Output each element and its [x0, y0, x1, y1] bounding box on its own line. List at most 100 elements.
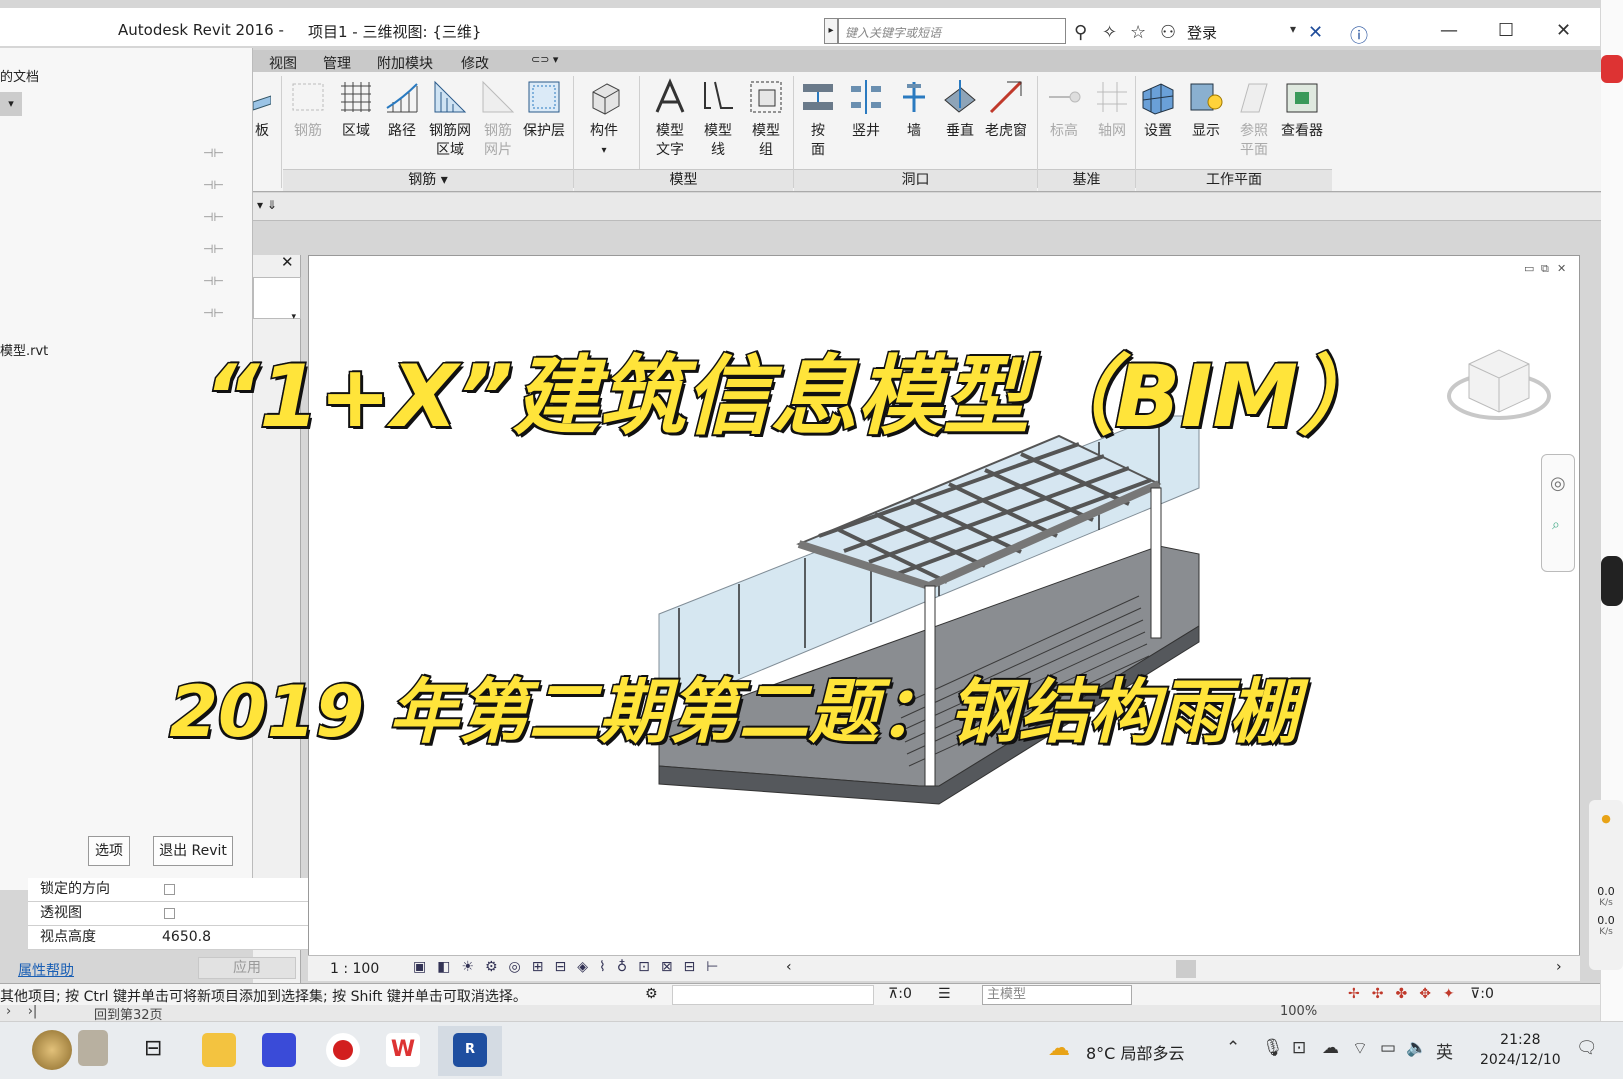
ribbon-path-button[interactable]: 路径 — [377, 78, 427, 141]
subscription-icon[interactable]: ✧ — [1102, 22, 1117, 43]
tab-manage[interactable]: 管理 — [323, 53, 351, 73]
tab-modify[interactable]: 修改 — [461, 53, 489, 73]
recent-file-item[interactable]: 模型.rvt — [0, 340, 48, 359]
editor-app-icon[interactable] — [262, 1033, 296, 1067]
file-explorer-icon[interactable] — [202, 1033, 236, 1067]
exchange-apps-icon[interactable]: ✕ — [1308, 22, 1323, 43]
selection-filter-icons[interactable]: ✢✣✤✥✦ — [1348, 986, 1467, 1002]
task-view-icon[interactable]: ⊟ — [144, 1036, 162, 1061]
ribbon-grid-button[interactable]: 轴网 — [1087, 78, 1137, 141]
player-nav-arrows[interactable]: › ›| — [6, 1005, 37, 1019]
panel-rebar[interactable]: 钢筋 ▾ — [283, 169, 573, 191]
chevron-down-icon[interactable]: ▾ — [1290, 22, 1296, 36]
view-minimize-icon[interactable]: ▭ — [1524, 262, 1534, 275]
ribbon-rebar-button[interactable]: 钢筋 — [283, 78, 333, 141]
ribbon-cover-button[interactable]: 保护层 — [519, 78, 569, 141]
ribbon-model-line-button[interactable]: 模型线 — [693, 78, 743, 160]
user-icon[interactable]: ⚇ — [1160, 22, 1176, 43]
scroll-right-icon[interactable]: › — [1556, 959, 1562, 975]
filter-count[interactable]: ⊽:0 — [1470, 986, 1494, 1002]
ribbon-shaft-button[interactable]: 竖井 — [841, 78, 891, 141]
pin-icon[interactable]: ⊣⊢ — [203, 274, 224, 288]
ribbon-model-group-button[interactable]: 模型组 — [741, 78, 791, 160]
pin-icon[interactable]: ⊣⊢ — [203, 146, 224, 160]
exit-revit-button[interactable]: 退出 Revit — [153, 836, 233, 866]
side-widget-handle[interactable] — [1601, 556, 1623, 606]
perspective-checkbox[interactable] — [164, 908, 175, 919]
horizontal-scrollbar-thumb[interactable] — [1176, 960, 1196, 978]
ribbon-wall-opening-button[interactable]: 墙 — [889, 78, 939, 141]
ribbon-by-face-button[interactable]: 按面 — [793, 78, 843, 160]
recent-sort-dropdown[interactable]: ▾ — [0, 92, 22, 116]
ribbon-model-text-button[interactable]: 模型 文字 — [645, 78, 695, 160]
ribbon-viewer-button[interactable]: 查看器 — [1277, 78, 1327, 141]
ribbon-component-button[interactable]: 构件 ▾ — [579, 78, 629, 160]
worksets-icon[interactable]: ⚙ — [645, 986, 658, 1002]
maximize-button[interactable]: ☐ — [1498, 20, 1514, 41]
view-scale[interactable]: 1 : 100 — [330, 961, 379, 977]
system-clock[interactable]: 21:28 2024/12/10 — [1480, 1030, 1561, 1070]
options-button[interactable]: 选项 — [88, 836, 130, 866]
ribbon-fabric-sheet-button[interactable]: 钢筋 网片 — [473, 78, 523, 160]
apply-button[interactable]: 应用 — [198, 957, 296, 979]
ribbon-set-button[interactable]: 设置 — [1133, 78, 1183, 141]
type-selector[interactable]: ▾ — [253, 277, 301, 322]
close-icon[interactable]: ✕ — [281, 253, 294, 271]
tab-view[interactable]: 视图 — [269, 53, 297, 73]
weather-text[interactable]: 8°C 局部多云 — [1086, 1040, 1184, 1064]
locked-orientation-checkbox[interactable] — [164, 884, 175, 895]
ribbon-vertical-button[interactable]: 垂直 — [935, 78, 985, 141]
login-link[interactable]: 登录 — [1187, 22, 1217, 43]
chevron-down-icon: ▾ — [291, 312, 296, 322]
ribbon-dormer-button[interactable]: 老虎窗 — [981, 78, 1031, 141]
pin-icon[interactable]: ⊣⊢ — [203, 210, 224, 224]
3d-viewport[interactable]: ▭ ⧉ ✕ ◎ ⌕ “1+X”建筑信息模型（BIM） 2019 年第二期第二题：… — [168, 255, 1580, 967]
quick-access-dropdown[interactable]: ▾ ⇓ — [257, 198, 277, 212]
favorites-star-icon[interactable]: ☆ — [1130, 22, 1146, 43]
view-restore-icon[interactable]: ⧉ — [1541, 262, 1549, 276]
pin-icon[interactable]: ⊣⊢ — [203, 178, 224, 192]
microphone-icon[interactable]: 🎙 — [1262, 1038, 1284, 1058]
wifi-icon[interactable]: ⌔ — [1352, 1038, 1368, 1059]
steering-wheel-icon[interactable]: ◎ — [1550, 473, 1566, 494]
ribbon-fabric-area-button[interactable]: 钢筋网 区域 — [425, 78, 475, 160]
minimize-button[interactable]: — — [1440, 20, 1458, 41]
volume-icon[interactable]: 🔈 — [1406, 1038, 1427, 1058]
view-control-icons[interactable]: ▣◧☀⚙◎⊞⊟◈⌇♁⊡⊠⊟⊢ — [413, 959, 729, 975]
notification-center-icon[interactable]: 🗨 — [1576, 1038, 1598, 1058]
zoom-icon[interactable]: ⌕ — [1552, 517, 1560, 533]
wps-office-icon[interactable]: W — [386, 1033, 420, 1067]
workset-dropdown[interactable] — [672, 985, 874, 1005]
battery-icon[interactable]: ▭ — [1380, 1038, 1396, 1058]
search-expand-arrow[interactable]: ▸ — [824, 18, 838, 44]
tray-app-icon[interactable]: ⊡ — [1292, 1038, 1306, 1058]
notification-tab[interactable] — [1601, 55, 1623, 83]
tab-addins[interactable]: 附加模块 — [377, 53, 433, 73]
ribbon-minimize-toggle[interactable]: ⊂⊃ ▾ — [531, 53, 558, 66]
binoculars-icon[interactable]: ⚲ — [1074, 22, 1087, 43]
pin-icon[interactable]: ⊣⊢ — [203, 306, 224, 320]
ribbon-ref-plane-button[interactable]: 参照 平面 — [1229, 78, 1279, 160]
pinned-app-icon[interactable] — [78, 1030, 108, 1066]
taskbar-active-revit[interactable]: R — [438, 1026, 502, 1076]
eye-elevation-value[interactable]: 4650.8 — [162, 926, 211, 949]
scroll-left-icon[interactable]: ‹ — [786, 959, 792, 975]
chevron-up-icon[interactable]: ⌃ — [1226, 1038, 1240, 1058]
properties-help-link[interactable]: 属性帮助 — [18, 960, 74, 980]
ribbon-show-button[interactable]: 显示 — [1181, 78, 1231, 141]
design-option-dropdown[interactable]: 主模型 — [982, 985, 1132, 1005]
help-search-input[interactable]: 键入关键字或短语 — [838, 18, 1066, 44]
ribbon-slab-button[interactable]: 板 — [253, 78, 271, 141]
start-avatar-icon[interactable] — [32, 1030, 72, 1070]
ribbon-area-button[interactable]: 区域 — [331, 78, 381, 141]
close-button[interactable]: ✕ — [1556, 20, 1571, 41]
ribbon-level-button[interactable]: 标高 — [1039, 78, 1089, 141]
ime-indicator[interactable]: 英 — [1436, 1038, 1453, 1063]
view-close-icon[interactable]: ✕ — [1557, 262, 1566, 275]
viewcube[interactable] — [1439, 334, 1559, 434]
screen-recorder-icon[interactable] — [326, 1033, 360, 1067]
cloud-icon[interactable]: ☁ — [1322, 1038, 1339, 1058]
pin-icon[interactable]: ⊣⊢ — [203, 242, 224, 256]
help-icon[interactable]: ⓘ — [1350, 22, 1368, 48]
design-options-icon[interactable]: ☰ — [938, 986, 951, 1002]
